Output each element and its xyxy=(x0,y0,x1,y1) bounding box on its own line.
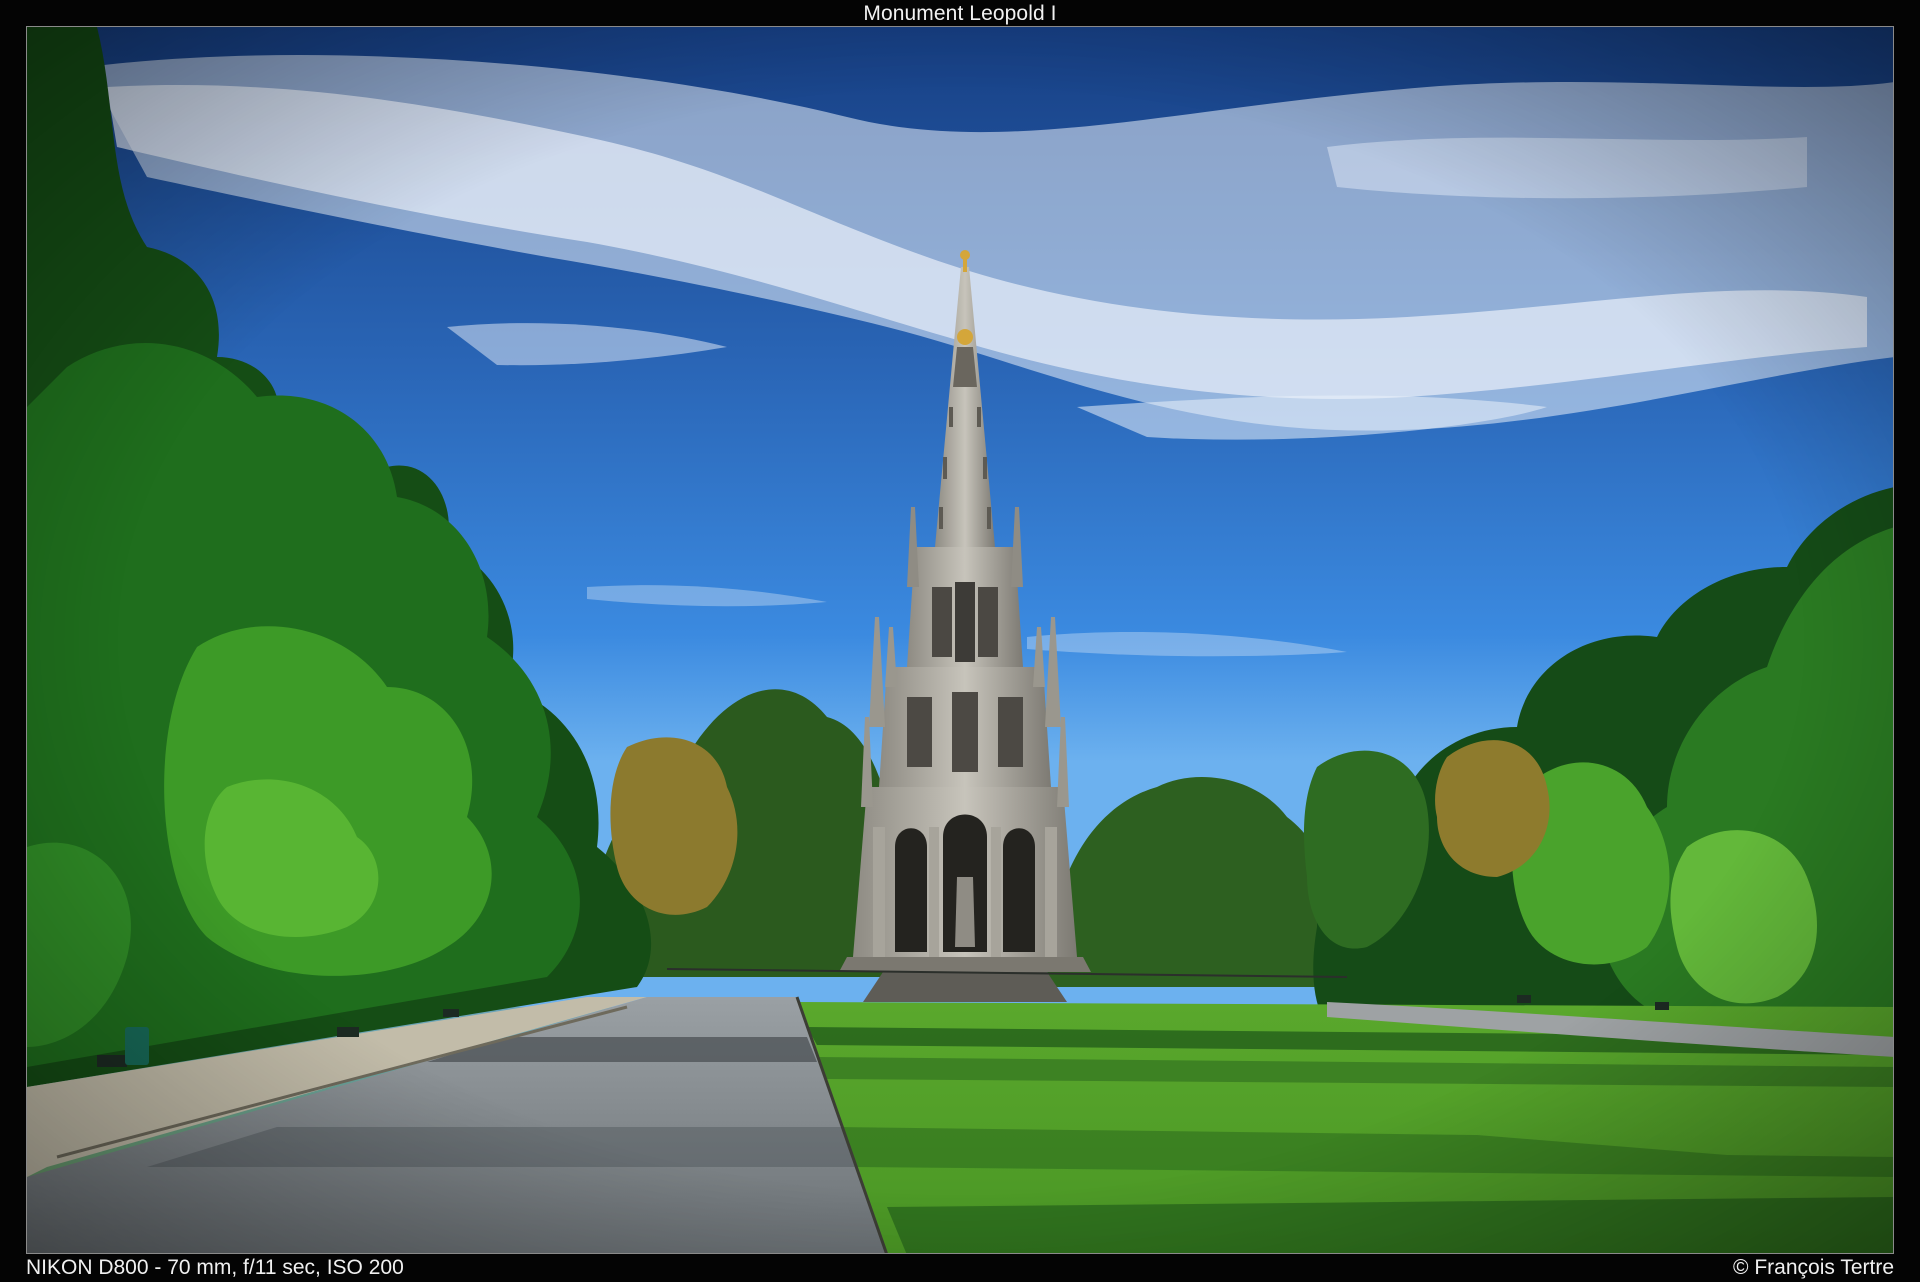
photo-page: Monument Leopold I NIKON D800 - 70 mm, f… xyxy=(0,0,1920,1282)
vignette xyxy=(27,27,1893,1253)
photo-title: Monument Leopold I xyxy=(863,2,1057,25)
photo-frame xyxy=(26,26,1894,1254)
park-monument-photo xyxy=(27,27,1893,1253)
photo-credit: © François Tertre xyxy=(1733,1256,1894,1279)
camera-info: NIKON D800 - 70 mm, f/11 sec, ISO 200 xyxy=(26,1256,404,1279)
